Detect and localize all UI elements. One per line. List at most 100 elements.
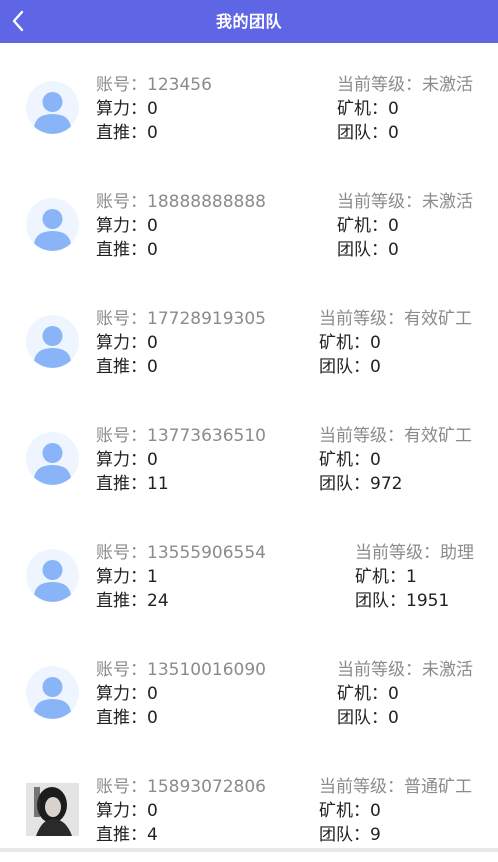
level-value: 助理 [440, 543, 474, 563]
bottom-divider [0, 848, 498, 852]
power-value: 0 [147, 216, 158, 236]
account-row: 账号：13555906554 [96, 541, 266, 565]
level-label: 当前等级： [355, 543, 440, 563]
direct-label: 直推： [96, 708, 147, 728]
power-row: 算力：0 [96, 97, 212, 121]
direct-value: 0 [147, 123, 158, 143]
member-info: 账号：13773636510算力：0直推：11 [96, 424, 266, 496]
member-info: 账号：18888888888算力：0直推：0 [96, 190, 266, 262]
team-list: 账号：123456算力：0直推：0当前等级：未激活矿机：0团队：0账号：1888… [0, 43, 498, 862]
direct-value: 0 [147, 240, 158, 260]
power-value: 0 [147, 684, 158, 704]
team-label: 团队： [319, 357, 370, 377]
member-stats: 当前等级：有效矿工矿机：0团队：0 [319, 307, 472, 379]
default-avatar-icon [26, 432, 79, 485]
team-row: 团队：0 [337, 706, 473, 730]
level-value: 有效矿工 [404, 309, 472, 329]
level-label: 当前等级： [337, 192, 422, 212]
team-member-item[interactable]: 账号：13555906554算力：1直推：24当前等级：助理矿机：1团队：195… [0, 511, 498, 628]
direct-value: 4 [147, 825, 158, 845]
member-info: 账号：15893072806算力：0直推：4 [96, 775, 266, 847]
account-value: 18888888888 [147, 192, 266, 212]
account-value: 17728919305 [147, 309, 266, 329]
team-value: 9 [370, 825, 381, 845]
direct-label: 直推： [96, 591, 147, 611]
account-label: 账号： [96, 309, 147, 329]
miner-label: 矿机： [319, 801, 370, 821]
account-label: 账号： [96, 192, 147, 212]
level-value: 未激活 [422, 192, 473, 212]
direct-value: 24 [147, 591, 169, 611]
direct-label: 直推： [96, 825, 147, 845]
direct-label: 直推： [96, 123, 147, 143]
member-info: 账号：17728919305算力：0直推：0 [96, 307, 266, 379]
direct-value: 0 [147, 708, 158, 728]
miner-row: 矿机：0 [337, 214, 473, 238]
power-label: 算力： [96, 99, 147, 119]
power-value: 0 [147, 333, 158, 353]
team-member-item[interactable]: 账号：123456算力：0直推：0当前等级：未激活矿机：0团队：0 [0, 43, 498, 160]
member-stats: 当前等级：有效矿工矿机：0团队：972 [319, 424, 472, 496]
account-value: 13555906554 [147, 543, 266, 563]
account-row: 账号：13773636510 [96, 424, 266, 448]
team-label: 团队： [337, 123, 388, 143]
team-row: 团队：972 [319, 472, 472, 496]
power-row: 算力：0 [96, 214, 266, 238]
power-label: 算力： [96, 801, 147, 821]
direct-row: 直推：0 [96, 121, 212, 145]
direct-label: 直推： [96, 240, 147, 260]
level-row: 当前等级：未激活 [337, 190, 473, 214]
account-label: 账号： [96, 543, 147, 563]
miner-label: 矿机： [337, 99, 388, 119]
team-member-item[interactable]: 账号：18888888888算力：0直推：0当前等级：未激活矿机：0团队：0 [0, 160, 498, 277]
member-info: 账号：123456算力：0直推：0 [96, 73, 212, 145]
level-value: 有效矿工 [404, 426, 472, 446]
member-stats: 当前等级：未激活矿机：0团队：0 [337, 190, 473, 262]
account-label: 账号： [96, 777, 147, 797]
team-label: 团队： [355, 591, 406, 611]
team-member-item[interactable]: 账号：15893072806算力：0直推：4当前等级：普通矿工矿机：0团队：9 [0, 745, 498, 862]
direct-row: 直推：24 [96, 589, 266, 613]
power-label: 算力： [96, 216, 147, 236]
power-label: 算力： [96, 450, 147, 470]
miner-value: 0 [370, 450, 381, 470]
team-value: 0 [388, 708, 399, 728]
miner-value: 1 [406, 567, 417, 587]
level-label: 当前等级： [337, 75, 422, 95]
direct-row: 直推：4 [96, 823, 266, 847]
account-row: 账号：123456 [96, 73, 212, 97]
miner-label: 矿机： [319, 333, 370, 353]
level-row: 当前等级：普通矿工 [319, 775, 472, 799]
account-label: 账号： [96, 75, 147, 95]
team-member-item[interactable]: 账号：13773636510算力：0直推：11当前等级：有效矿工矿机：0团队：9… [0, 394, 498, 511]
account-row: 账号：17728919305 [96, 307, 266, 331]
account-value: 13773636510 [147, 426, 266, 446]
power-row: 算力：0 [96, 331, 266, 355]
power-row: 算力：1 [96, 565, 266, 589]
level-row: 当前等级：有效矿工 [319, 307, 472, 331]
miner-label: 矿机： [319, 450, 370, 470]
miner-label: 矿机： [337, 684, 388, 704]
miner-row: 矿机：0 [337, 97, 473, 121]
direct-row: 直推：0 [96, 706, 266, 730]
team-label: 团队： [337, 708, 388, 728]
team-row: 团队：1951 [355, 589, 474, 613]
default-avatar-icon [26, 549, 79, 602]
member-info: 账号：13555906554算力：1直推：24 [96, 541, 266, 613]
level-value: 未激活 [422, 75, 473, 95]
team-member-item[interactable]: 账号：13510016090算力：0直推：0当前等级：未激活矿机：0团队：0 [0, 628, 498, 745]
team-label: 团队： [319, 474, 370, 494]
default-avatar-icon [26, 81, 79, 134]
team-row: 团队：0 [337, 238, 473, 262]
page-title: 我的团队 [0, 0, 498, 43]
miner-row: 矿机：0 [319, 799, 472, 823]
power-value: 0 [147, 99, 158, 119]
power-value: 0 [147, 801, 158, 821]
team-member-item[interactable]: 账号：17728919305算力：0直推：0当前等级：有效矿工矿机：0团队：0 [0, 277, 498, 394]
level-row: 当前等级：助理 [355, 541, 474, 565]
account-value: 15893072806 [147, 777, 266, 797]
account-row: 账号：18888888888 [96, 190, 266, 214]
power-value: 0 [147, 450, 158, 470]
miner-label: 矿机： [337, 216, 388, 236]
level-row: 当前等级：有效矿工 [319, 424, 472, 448]
